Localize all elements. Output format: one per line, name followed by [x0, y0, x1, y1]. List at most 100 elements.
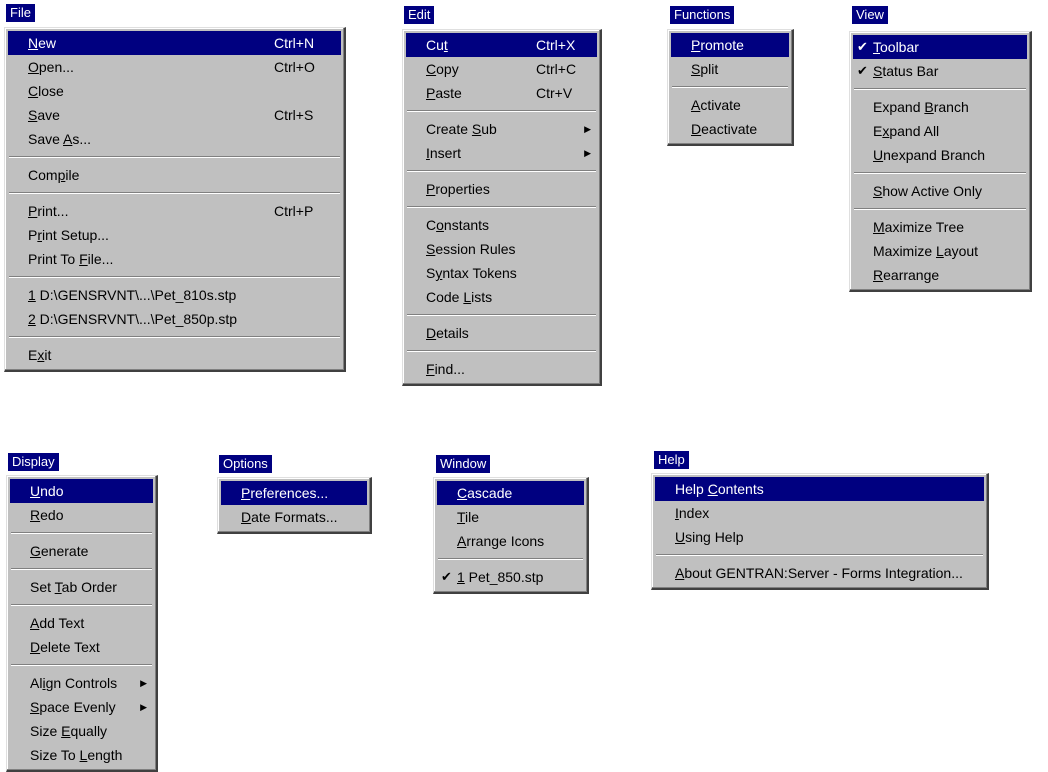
- menu-item-label: romote: [700, 37, 744, 53]
- menu-item[interactable]: Generate: [10, 539, 153, 563]
- menu-item[interactable]: Save As...: [8, 127, 341, 151]
- menu-item[interactable]: Set Tab Order: [10, 575, 153, 599]
- menu-item[interactable]: Open... Ctrl+O: [8, 55, 341, 79]
- menu-item[interactable]: Deactivate: [671, 117, 789, 141]
- menu-item-label: nexpand Branch: [883, 147, 986, 163]
- menu-item[interactable]: Activate: [671, 93, 789, 117]
- menu-item[interactable]: Compile: [8, 163, 341, 187]
- menu-item[interactable]: Session Rules: [406, 237, 597, 261]
- menu-item-shortcut: Ctrl+C: [536, 61, 577, 77]
- menu-item-label: ind...: [434, 361, 465, 377]
- menu-separator: [407, 314, 596, 316]
- menu-item[interactable]: Size To Length: [10, 743, 153, 767]
- menu-item[interactable]: Align Controls ▶: [10, 671, 153, 695]
- menu-item-mnemonic: 1: [28, 287, 36, 303]
- menu-item[interactable]: Maximize Tree: [853, 215, 1027, 239]
- menu-item[interactable]: Add Text: [10, 611, 153, 635]
- menu-title-edit[interactable]: Edit: [404, 6, 435, 24]
- menu-title-label: Options: [223, 456, 268, 471]
- menu-item[interactable]: Close: [8, 79, 341, 103]
- menu-item[interactable]: Arrange Icons: [437, 529, 584, 553]
- menu-item-mnemonic: 2: [28, 311, 36, 327]
- menu-item[interactable]: New Ctrl+N: [8, 31, 341, 55]
- menu-item[interactable]: Paste Ctr+V: [406, 81, 597, 105]
- submenu-arrow-icon: ▶: [140, 702, 147, 712]
- menu-title-view[interactable]: View: [852, 6, 888, 24]
- menu-item[interactable]: Constants: [406, 213, 597, 237]
- menu-item[interactable]: Unexpand Branch: [853, 143, 1027, 167]
- menu-item[interactable]: Tile: [437, 505, 584, 529]
- menu-item[interactable]: Print To File...: [8, 247, 341, 271]
- menu-item[interactable]: About GENTRAN:Server - Forms Integration…: [655, 561, 984, 585]
- menu-item[interactable]: Expand All: [853, 119, 1027, 143]
- menu-item[interactable]: ✔ Toolbar: [853, 35, 1027, 59]
- menu-item-label: Expand: [873, 99, 925, 115]
- menu-item[interactable]: Exit: [8, 343, 341, 367]
- menu-item[interactable]: Properties: [406, 177, 597, 201]
- menu-item[interactable]: ✔ Status Bar: [853, 59, 1027, 83]
- menu-item-mnemonic: F: [426, 361, 435, 377]
- menu-item-label: D:\GENSRVNT\...\Pet_850p.stp: [35, 311, 238, 327]
- menu-item-shortcut: Ctrl+O: [274, 59, 315, 75]
- menu-item[interactable]: Insert ▶: [406, 141, 597, 165]
- menu-item-label: enerate: [40, 543, 89, 559]
- checkmark-icon: ✔: [441, 569, 452, 584]
- menu-title-help[interactable]: Help: [654, 451, 689, 469]
- menu-item-mnemonic: B: [924, 99, 934, 115]
- menu-item[interactable]: Print... Ctrl+P: [8, 199, 341, 223]
- menu-item[interactable]: Create Sub ▶: [406, 117, 597, 141]
- menu-item[interactable]: Copy Ctrl+C: [406, 57, 597, 81]
- menu-item-label: aximize Tree: [884, 219, 965, 235]
- menu-item[interactable]: ✔ 1 Pet_850.stp: [437, 565, 584, 589]
- menu-item[interactable]: Undo: [10, 479, 153, 503]
- menu-item-label: tatus Bar: [882, 63, 939, 79]
- menu-item-label: references...: [250, 485, 329, 501]
- menu-item-label: Help: [675, 481, 708, 497]
- menu-item[interactable]: 1 D:\GENSRVNT\...\Pet_810s.stp: [8, 283, 341, 307]
- menu-item[interactable]: Save Ctrl+S: [8, 103, 341, 127]
- menu-title-file[interactable]: File: [6, 4, 35, 22]
- menu-item[interactable]: Show Active Only: [853, 179, 1027, 203]
- menu-item[interactable]: Using Help: [655, 525, 984, 549]
- menu-item[interactable]: Delete Text: [10, 635, 153, 659]
- menu-item[interactable]: Index: [655, 501, 984, 525]
- menu-item[interactable]: Date Formats...: [221, 505, 367, 529]
- menu-title-display[interactable]: Display: [8, 453, 59, 471]
- menu-title-label: View: [856, 7, 884, 22]
- menu-item-label: ate Formats...: [251, 509, 338, 525]
- menu-item[interactable]: Print Setup...: [8, 223, 341, 247]
- menu-item-mnemonic: A: [30, 615, 40, 631]
- menu-item[interactable]: Maximize Layout: [853, 239, 1027, 263]
- menu-item[interactable]: 2 D:\GENSRVNT\...\Pet_850p.stp: [8, 307, 341, 331]
- submenu-arrow-icon: ▶: [140, 678, 147, 688]
- menu-item[interactable]: Rearrange: [853, 263, 1027, 287]
- menu-item-label: pace Evenly: [39, 699, 116, 715]
- menu-title-options[interactable]: Options: [219, 455, 272, 473]
- menu-item[interactable]: Preferences...: [221, 481, 367, 505]
- menu-item[interactable]: Help Contents: [655, 477, 984, 501]
- menu-item[interactable]: Space Evenly ▶: [10, 695, 153, 719]
- menu-item-label: pen...: [38, 59, 74, 75]
- menu-item[interactable]: Code Lists: [406, 285, 597, 309]
- menu-item[interactable]: Promote: [671, 33, 789, 57]
- menu-item-label: roperties: [435, 181, 490, 197]
- submenu-arrow-icon: ▶: [584, 148, 591, 158]
- menu-item[interactable]: Cut Ctrl+X: [406, 33, 597, 57]
- menu-item[interactable]: Details: [406, 321, 597, 345]
- menu-separator: [854, 88, 1026, 90]
- menu-title-window[interactable]: Window: [436, 455, 491, 473]
- menu-item-mnemonic: T: [873, 39, 880, 55]
- menu-item[interactable]: Redo: [10, 503, 153, 527]
- menu-item[interactable]: Expand Branch: [853, 95, 1027, 119]
- menu-item[interactable]: Split: [671, 57, 789, 81]
- menu-title-functions[interactable]: Functions: [670, 6, 735, 24]
- menu-item[interactable]: Cascade: [437, 481, 584, 505]
- menu-item-label: ew: [38, 35, 57, 51]
- menu-separator: [9, 192, 340, 194]
- menu-item-label: C: [426, 217, 437, 233]
- menu-item-mnemonic: P: [426, 85, 436, 101]
- menu-item-label: sing Help: [685, 529, 744, 545]
- menu-item[interactable]: Size Equally: [10, 719, 153, 743]
- menu-item[interactable]: Syntax Tokens: [406, 261, 597, 285]
- menu-item[interactable]: Find...: [406, 357, 597, 381]
